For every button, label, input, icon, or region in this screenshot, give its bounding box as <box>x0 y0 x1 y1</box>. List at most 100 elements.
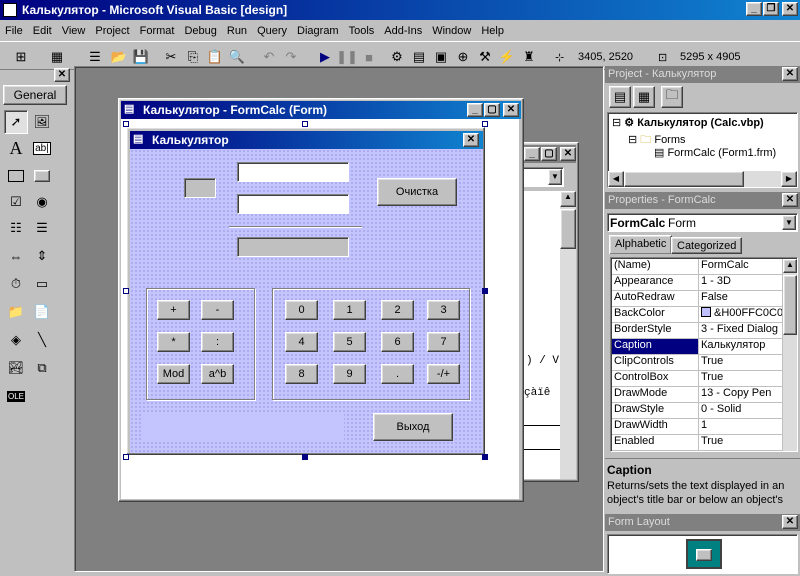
digit-button[interactable]: . <box>381 364 414 384</box>
property-row[interactable]: Appearance 1 - 3D <box>612 275 782 291</box>
cut-icon[interactable]: ✂ <box>160 46 182 68</box>
add-project-icon[interactable]: ⊞ <box>10 46 32 68</box>
property-value[interactable]: Калькулятор <box>699 339 782 354</box>
digit-button[interactable]: 6 <box>381 332 414 352</box>
close-button[interactable]: ✕ <box>782 2 798 16</box>
project-close-button[interactable]: ✕ <box>782 67 798 81</box>
operand1-textbox[interactable] <box>237 162 349 182</box>
component-manager-icon[interactable]: ♜ <box>518 46 540 68</box>
toolbox-close-button[interactable]: ✕ <box>54 68 70 82</box>
form-layout-close-button[interactable]: ✕ <box>782 515 798 529</box>
timer-tool-icon[interactable]: ⏱ <box>4 272 28 296</box>
textbox-tool-icon[interactable]: ab| <box>30 136 54 160</box>
tree-item[interactable]: ▤ FormCalc (Form1.frm) <box>654 146 776 159</box>
resize-handle[interactable] <box>123 288 129 294</box>
properties-close-button[interactable]: ✕ <box>782 193 798 207</box>
add-form-icon[interactable]: ▦ <box>46 46 68 68</box>
property-row[interactable]: Enabled True <box>612 435 782 451</box>
data-view-icon[interactable]: ⚡ <box>496 46 518 68</box>
scroll-up-button[interactable]: ▲ <box>783 259 797 273</box>
object-browser-icon[interactable]: ⊕ <box>452 46 474 68</box>
property-row[interactable]: AutoRedraw False <box>612 291 782 307</box>
toolbox-tab-general[interactable]: General <box>3 85 67 105</box>
image-tool-icon[interactable]: 🏞 <box>4 356 28 380</box>
property-value[interactable]: True <box>699 355 782 370</box>
resize-handle[interactable] <box>123 454 129 460</box>
maximize-button[interactable]: ❐ <box>763 2 779 16</box>
toggle-folders-icon[interactable]: 🗀 <box>661 86 683 108</box>
line-tool-icon[interactable]: ╲ <box>30 328 54 352</box>
property-value[interactable]: 1 <box>699 419 782 434</box>
save-icon[interactable]: 💾 <box>130 46 152 68</box>
digit-button[interactable]: -/+ <box>427 364 460 384</box>
scroll-thumb[interactable] <box>624 171 744 187</box>
code-vscrollbar[interactable]: ▲ <box>560 191 576 479</box>
clear-button[interactable]: Очистка <box>377 178 457 206</box>
commandbutton-tool-icon[interactable] <box>30 164 54 188</box>
data-tool-icon[interactable]: ⧉ <box>30 356 54 380</box>
start-icon[interactable]: ▶ <box>314 46 336 68</box>
menu-item-query[interactable]: Query <box>252 21 292 41</box>
project-tree[interactable]: ⊟ ⚙ Калькулятор (Calc.vbp) ⊟ 🗀 Forms ▤ F… <box>607 112 798 188</box>
menu-item-format[interactable]: Format <box>135 21 180 41</box>
property-value[interactable]: 0 - Solid <box>699 403 782 418</box>
frame-tool-icon[interactable] <box>4 164 28 188</box>
pointer-tool-icon[interactable]: ➚ <box>4 110 28 134</box>
property-value[interactable]: &H00FFC0C0 <box>699 307 782 322</box>
ole-tool-icon[interactable]: OLE <box>4 384 28 408</box>
menu-item-view[interactable]: View <box>57 21 91 41</box>
dirlistbox-tool-icon[interactable]: 📁 <box>4 300 28 324</box>
scroll-left-button[interactable]: ◀ <box>608 171 624 187</box>
break-icon[interactable]: ❚❚ <box>336 46 358 68</box>
picturebox-tool-icon[interactable]: 🖼 <box>30 110 54 134</box>
property-value[interactable]: FormCalc <box>699 259 782 274</box>
scroll-thumb[interactable] <box>560 209 576 249</box>
object-combo[interactable]: FormCalc Form ▼ <box>607 213 798 232</box>
digit-button[interactable]: 4 <box>285 332 318 352</box>
resize-handle[interactable] <box>482 288 488 294</box>
end-icon[interactable]: ■ <box>358 46 380 68</box>
procedure-combo[interactable]: ▼ <box>522 167 564 187</box>
property-vscrollbar[interactable]: ▲ <box>783 259 797 451</box>
project-explorer-icon[interactable]: ⚙ <box>386 46 408 68</box>
paste-icon[interactable]: 📋 <box>204 46 226 68</box>
property-row[interactable]: DrawWidth 1 <box>612 419 782 435</box>
menu-item-tools[interactable]: Tools <box>344 21 380 41</box>
form-layout-icon[interactable]: ▣ <box>430 46 452 68</box>
shape-tool-icon[interactable]: ◈ <box>4 328 28 352</box>
digit-button[interactable]: 0 <box>285 300 318 320</box>
property-row[interactable]: DrawMode 13 - Copy Pen <box>612 387 782 403</box>
copy-icon[interactable]: ⎘ <box>182 46 204 68</box>
vscrollbar-tool-icon[interactable]: ⇕ <box>30 244 54 268</box>
tab-alphabetic[interactable]: Alphabetic <box>609 235 673 254</box>
property-value[interactable]: True <box>699 435 782 450</box>
property-row[interactable]: Caption Калькулятор <box>612 339 782 355</box>
op-button[interactable]: a^b <box>201 364 234 384</box>
scroll-up-button[interactable]: ▲ <box>560 191 576 207</box>
property-row[interactable]: BorderStyle 3 - Fixed Dialog <box>612 323 782 339</box>
op-button[interactable]: : <box>201 332 234 352</box>
calc-form[interactable]: ▤ Калькулятор ✕ Очистка + - *: Mod a^b 0123 4… <box>126 127 485 455</box>
checkbox-tool-icon[interactable]: ☑ <box>4 190 28 214</box>
op-button[interactable]: Mod <box>157 364 190 384</box>
label-tool-icon[interactable]: A <box>4 136 28 160</box>
menu-item-window[interactable]: Window <box>427 21 476 41</box>
minimize-button[interactable]: _ <box>746 2 762 16</box>
menu-item-file[interactable]: File <box>0 21 28 41</box>
tree-root[interactable]: ⊟ ⚙ Калькулятор (Calc.vbp) <box>612 116 764 129</box>
operand2-textbox[interactable] <box>237 194 349 214</box>
digit-button[interactable]: 9 <box>333 364 366 384</box>
property-value[interactable]: 1 - 3D <box>699 275 782 290</box>
code-close-button[interactable]: ✕ <box>560 147 576 161</box>
property-value[interactable]: 13 - Copy Pen <box>699 387 782 402</box>
menu-item-addins[interactable]: Add-Ins <box>379 21 427 41</box>
code-minimize-button[interactable]: _ <box>524 147 540 161</box>
menu-item-edit[interactable]: Edit <box>28 21 57 41</box>
op-button[interactable]: + <box>157 300 190 320</box>
optionbutton-tool-icon[interactable]: ◉ <box>30 190 54 214</box>
listbox-tool-icon[interactable]: ☰ <box>30 216 54 240</box>
project-hscrollbar[interactable]: ◀ ▶ <box>608 171 797 187</box>
menu-item-run[interactable]: Run <box>222 21 252 41</box>
tab-categorized[interactable]: Categorized <box>671 237 743 254</box>
op-button[interactable]: * <box>157 332 190 352</box>
